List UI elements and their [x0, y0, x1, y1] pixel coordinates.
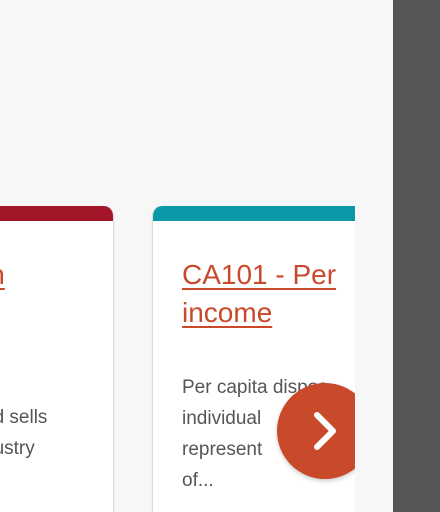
card-description: nd sells dustry — [0, 407, 48, 459]
card-title-link[interactable]: in — [0, 256, 105, 294]
card-title-link[interactable]: CA101 - Per income — [182, 256, 355, 332]
card-accent-bar — [153, 206, 355, 221]
card-accent-bar — [0, 206, 113, 221]
dataset-card: in nd sells dustry — [0, 206, 114, 512]
chevron-right-icon — [314, 412, 336, 450]
carousel-viewport: in nd sells dustry CA101 - Per income Pe… — [0, 0, 355, 512]
side-panel — [393, 0, 440, 512]
page-gutter — [355, 0, 393, 512]
